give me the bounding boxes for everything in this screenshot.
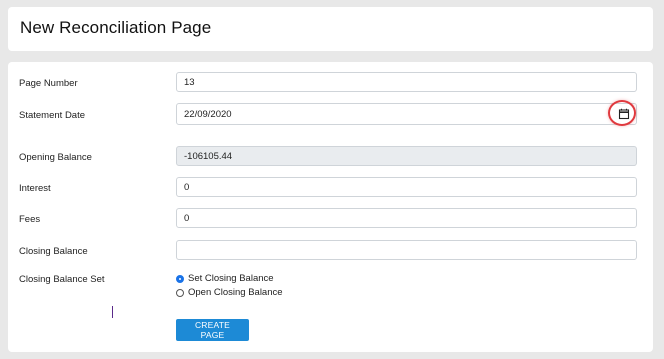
statement-date-label: Statement Date — [19, 110, 86, 121]
page-title: New Reconciliation Page — [20, 18, 212, 37]
interest-input[interactable] — [176, 177, 637, 197]
page-number-label: Page Number — [19, 78, 78, 89]
closing-balance-set-label: Closing Balance Set — [19, 274, 105, 285]
radio-button-selected[interactable] — [176, 274, 184, 283]
statement-date-value: 22/09/2020 — [184, 109, 232, 120]
interest-label: Interest — [19, 183, 51, 194]
fees-label: Fees — [19, 214, 41, 225]
header-card: New Reconciliation Page — [8, 7, 653, 51]
statement-date-input[interactable]: 22/09/2020 — [176, 103, 637, 125]
page-number-input[interactable] — [176, 72, 637, 92]
radio-set-closing-balance-label: Set Closing Balance — [188, 273, 274, 284]
opening-balance-label: Opening Balance — [19, 152, 92, 163]
radio-open-closing-balance-label: Open Closing Balance — [188, 287, 283, 298]
reconciliation-form: Page Number Statement Date 22/09/2020 Op… — [8, 62, 653, 352]
calendar-highlight-ring — [608, 100, 636, 126]
radio-set-closing-balance[interactable]: Set Closing Balance — [176, 273, 274, 284]
create-page-button[interactable]: CREATE PAGE — [176, 319, 249, 341]
radio-open-closing-balance[interactable]: Open Closing Balance — [176, 287, 283, 298]
closing-balance-label: Closing Balance — [19, 246, 88, 257]
closing-balance-input[interactable] — [176, 240, 637, 260]
radio-button-unselected[interactable] — [176, 288, 184, 297]
opening-balance-input — [176, 146, 637, 166]
fees-input[interactable] — [176, 208, 637, 228]
text-cursor — [112, 306, 113, 318]
